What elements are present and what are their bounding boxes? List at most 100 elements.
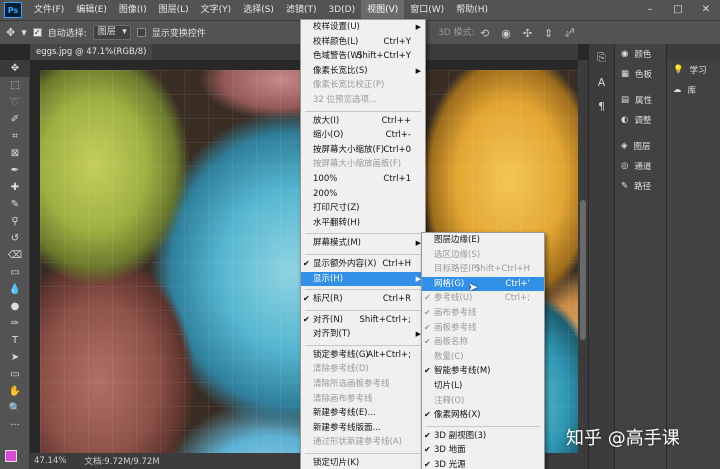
show-menu-item[interactable]: ✔ 3D 光源 — [422, 458, 544, 469]
path-select-tool-icon[interactable]: ➤ — [0, 349, 30, 366]
panel-tab[interactable]: ◐ 调整 — [615, 110, 666, 130]
view-menu-item[interactable]: 锁定参考线(G) Alt+Ctrl+; — [301, 348, 425, 363]
view-menu-item[interactable]: 100% Ctrl+1 — [301, 172, 425, 187]
brush-tool-icon[interactable]: ✎ — [0, 196, 30, 213]
pan-3d-icon[interactable]: ✣ — [523, 27, 532, 40]
gradient-tool-icon[interactable]: ▭ — [0, 264, 30, 281]
menu-5[interactable]: 选择(S) — [237, 0, 280, 20]
view-menu-item[interactable]: 校样设置(U) ▶ — [301, 20, 425, 35]
move-tool-icon[interactable]: ✥ — [6, 26, 15, 39]
document-tab[interactable]: eggs.jpg @ 47.1%(RGB/8) — [30, 44, 153, 60]
blur-tool-icon[interactable]: 💧 — [0, 281, 30, 298]
view-menu-item[interactable]: 新建参考线(E)... — [301, 406, 425, 421]
menu-6[interactable]: 滤镜(T) — [280, 0, 323, 20]
orbit-3d-icon[interactable]: ⟲ — [480, 27, 489, 40]
menu-0[interactable]: 文件(F) — [28, 0, 70, 20]
panel-tab[interactable]: 💡 学习 — [667, 60, 720, 80]
panel-tab[interactable]: ◎ 通道 — [615, 156, 666, 176]
menu-10[interactable]: 帮助(H) — [450, 0, 494, 20]
view-menu-item[interactable]: 像素长宽比(S) ▶ — [301, 64, 425, 79]
menu-8[interactable]: 视图(V) — [361, 0, 405, 20]
healing-brush-tool-icon[interactable]: ✚ — [0, 179, 30, 196]
view-menu-item[interactable]: 新建参考线版面... — [301, 421, 425, 436]
view-menu-item-label: 对齐(N) — [313, 314, 343, 325]
panel-tab[interactable]: ◈ 图层 — [615, 136, 666, 156]
crop-tool-icon[interactable]: ⌗ — [0, 128, 30, 145]
panel-tab[interactable]: ▦ 色板 — [615, 64, 666, 84]
panel-icon: ◉ — [621, 49, 629, 59]
panel-tab[interactable]: ✎ 路径 — [615, 176, 666, 196]
zoom-level[interactable]: 47.14% — [34, 456, 66, 466]
foreground-color-swatch[interactable] — [5, 450, 17, 462]
view-menu-item[interactable]: ✔ 显示额外内容(X) Ctrl+H — [301, 257, 425, 272]
artboard-tool-icon[interactable]: ⬚ — [0, 77, 30, 94]
view-menu-item[interactable]: 打印尺寸(Z) — [301, 201, 425, 216]
vertical-scrollbar[interactable] — [578, 60, 588, 453]
view-menu-item-label: 100% — [313, 173, 338, 184]
quick-select-tool-icon[interactable]: ✐ — [0, 111, 30, 128]
eyedropper-tool-icon[interactable]: ✒ — [0, 162, 30, 179]
document-size[interactable]: 文档:9.72M/9.72M — [84, 455, 159, 467]
rectangle-tool-icon[interactable]: ▭ — [0, 366, 30, 383]
paragraph-panel-icon[interactable]: ¶ — [589, 96, 614, 116]
view-menu-item[interactable]: 锁定切片(K) — [301, 456, 425, 469]
clone-stamp-tool-icon[interactable]: ⚲ — [0, 213, 30, 230]
history-panel-icon[interactable]: ⎘ — [589, 48, 614, 68]
character-panel-icon[interactable]: A — [589, 72, 614, 92]
view-menu-item[interactable]: ✔ 标尺(R) Ctrl+R — [301, 292, 425, 307]
show-menu-item[interactable]: 切片(L) — [422, 379, 544, 394]
view-menu-item[interactable]: ✔ 对齐(N) Shift+Ctrl+; — [301, 313, 425, 328]
show-menu-item[interactable]: ✔ 3D 地面 — [422, 443, 544, 458]
color-swatches[interactable] — [5, 450, 25, 468]
history-brush-tool-icon[interactable]: ↺ — [0, 230, 30, 247]
more-options-button[interactable]: ··· — [566, 21, 575, 45]
show-menu-item[interactable]: ✔ 智能参考线(M) — [422, 364, 544, 379]
show-menu-item-shortcut: Shift+Ctrl+H — [474, 264, 530, 275]
eraser-tool-icon[interactable]: ⌫ — [0, 247, 30, 264]
menu-1[interactable]: 编辑(E) — [70, 0, 113, 20]
roll-3d-icon[interactable]: ◉ — [501, 27, 511, 40]
menu-4[interactable]: 文字(Y) — [195, 0, 238, 20]
show-menu-item[interactable]: ✔ 3D 副视图(3) — [422, 429, 544, 444]
auto-select-checkbox[interactable]: ✓ — [32, 28, 42, 37]
panel-tab[interactable]: ☁ 库 — [667, 80, 720, 100]
auto-select-dropdown[interactable]: 图层 — [92, 25, 131, 40]
view-menu-item[interactable]: 色域警告(W) Shift+Ctrl+Y — [301, 49, 425, 64]
scrollbar-thumb[interactable] — [580, 200, 586, 340]
tool-preset-dropdown-icon[interactable]: ▾ — [21, 26, 27, 39]
zoom-tool-icon[interactable]: 🔍 — [0, 400, 30, 417]
checkmark-icon: ✔ — [424, 307, 431, 317]
show-transform-checkbox[interactable] — [136, 28, 146, 37]
close-button[interactable]: ✕ — [692, 0, 720, 20]
view-menu-item[interactable]: 显示(H) ▶ — [301, 271, 425, 287]
slide-3d-icon[interactable]: ⇕ — [544, 27, 553, 40]
view-menu-item[interactable]: 屏幕模式(M) ▶ — [301, 236, 425, 251]
menu-9[interactable]: 窗口(W) — [404, 0, 450, 20]
panel-tab[interactable]: ▤ 属性 — [615, 90, 666, 110]
dodge-tool-icon[interactable]: ● — [0, 298, 30, 315]
view-menu-item[interactable]: 缩小(O) Ctrl+- — [301, 128, 425, 143]
pen-tool-icon[interactable]: ✑ — [0, 315, 30, 332]
show-menu-item[interactable]: 网格(G) Ctrl+' — [422, 276, 544, 292]
view-menu-item[interactable]: 校样颜色(L) Ctrl+Y — [301, 35, 425, 50]
hand-tool-icon[interactable]: ✋ — [0, 383, 30, 400]
maximize-button[interactable]: □ — [664, 0, 692, 20]
view-menu-item[interactable]: 水平翻转(H) — [301, 216, 425, 231]
panel-icon: ✎ — [621, 181, 629, 191]
move-tool-icon[interactable]: ✥ — [0, 60, 30, 77]
show-menu-item[interactable]: ✔ 像素网格(X) — [422, 408, 544, 423]
menu-2[interactable]: 图像(I) — [113, 0, 153, 20]
show-menu-item[interactable]: 图层边缘(E) — [422, 233, 544, 248]
view-menu-item[interactable]: 对齐到(T) ▶ — [301, 327, 425, 342]
type-tool-icon[interactable]: T — [0, 332, 30, 349]
frame-tool-icon[interactable]: ⊠ — [0, 145, 30, 162]
panel-tab[interactable]: ◉ 颜色 — [615, 44, 666, 64]
menu-7[interactable]: 3D(D) — [322, 0, 361, 20]
view-menu-item[interactable]: 按屏幕大小缩放(F) Ctrl+0 — [301, 143, 425, 158]
menu-3[interactable]: 图层(L) — [153, 0, 195, 20]
lasso-tool-icon[interactable]: ➰ — [0, 94, 30, 111]
view-menu-item[interactable]: 放大(I) Ctrl++ — [301, 114, 425, 129]
minimize-button[interactable]: – — [636, 0, 664, 20]
view-menu-item[interactable]: 200% — [301, 187, 425, 202]
more-tools-icon[interactable]: ··· — [0, 417, 30, 434]
